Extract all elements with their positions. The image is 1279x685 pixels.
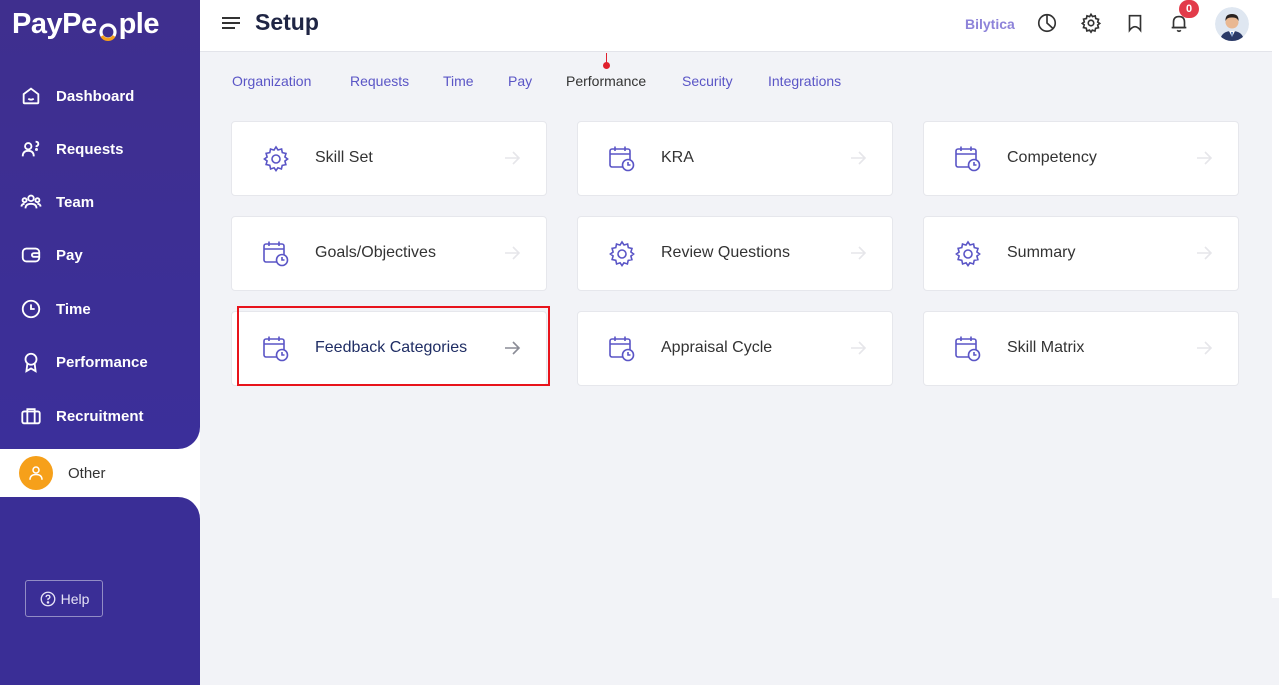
card-kra[interactable]: KRA bbox=[577, 121, 893, 196]
card-competency[interactable]: Competency bbox=[923, 121, 1239, 196]
gear-icon bbox=[263, 145, 289, 173]
menu-icon[interactable] bbox=[222, 16, 240, 30]
arrow-right-icon bbox=[851, 341, 867, 355]
card-skill-matrix[interactable]: Skill Matrix bbox=[923, 311, 1239, 386]
tab-requests[interactable]: Requests bbox=[350, 73, 409, 89]
gear-icon[interactable] bbox=[1080, 12, 1102, 34]
card-appraisal-cycle[interactable]: Appraisal Cycle bbox=[577, 311, 893, 386]
gear-icon bbox=[609, 240, 635, 268]
logo-o-icon bbox=[98, 17, 118, 41]
sidebar-panel-top bbox=[0, 0, 200, 449]
arrow-right-icon bbox=[505, 341, 521, 355]
card-label: Skill Set bbox=[315, 149, 373, 166]
calendar-clock-icon bbox=[955, 146, 981, 172]
avatar[interactable] bbox=[1215, 7, 1249, 41]
sidebar-item-label: Team bbox=[56, 193, 95, 211]
sidebar: PayPe ple Dashboard Requests Team Pay Tim… bbox=[0, 0, 200, 685]
sidebar-item-label: Recruitment bbox=[56, 407, 144, 425]
help-circle-icon bbox=[40, 591, 56, 606]
company-name[interactable]: Bilytica bbox=[965, 16, 1015, 32]
card-skill-set[interactable]: Skill Set bbox=[231, 121, 547, 196]
sidebar-item-recruitment[interactable]: Recruitment bbox=[20, 401, 144, 431]
card-label: KRA bbox=[661, 149, 694, 166]
sidebar-item-team[interactable]: Team bbox=[20, 187, 94, 217]
card-label: Summary bbox=[1007, 244, 1076, 261]
page-title: Setup bbox=[255, 9, 319, 35]
sidebar-item-label: Other bbox=[68, 464, 106, 482]
sidebar-item-time[interactable]: Time bbox=[20, 294, 91, 324]
user-question-icon bbox=[21, 140, 40, 157]
card-label: Goals/Objectives bbox=[315, 244, 436, 261]
paypeople-logo[interactable]: PayPe ple bbox=[12, 8, 159, 41]
active-tab-indicator-dot bbox=[603, 62, 610, 69]
calendar-clock-icon bbox=[609, 336, 635, 362]
card-label: Review Questions bbox=[661, 244, 790, 261]
wallet-icon bbox=[21, 247, 41, 263]
scrollbar[interactable] bbox=[1272, 0, 1279, 598]
pie-chart-icon[interactable] bbox=[1036, 12, 1058, 34]
bookmark-icon[interactable] bbox=[1124, 12, 1146, 34]
briefcase-icon bbox=[21, 408, 41, 425]
calendar-clock-icon bbox=[609, 146, 635, 172]
tab-organization[interactable]: Organization bbox=[232, 73, 311, 89]
sidebar-item-dashboard[interactable]: Dashboard bbox=[20, 81, 134, 111]
sidebar-item-requests[interactable]: Requests bbox=[20, 134, 124, 164]
card-label: Competency bbox=[1007, 149, 1097, 166]
sidebar-item-performance[interactable]: Performance bbox=[20, 347, 148, 377]
arrow-right-icon bbox=[1197, 246, 1213, 260]
help-button[interactable]: Help bbox=[25, 580, 103, 617]
sidebar-item-label: Performance bbox=[56, 353, 148, 371]
arrow-right-icon bbox=[1197, 151, 1213, 165]
tab-time[interactable]: Time bbox=[443, 73, 474, 89]
calendar-clock-icon bbox=[263, 241, 289, 267]
sidebar-item-label: Pay bbox=[56, 246, 83, 264]
card-label: Feedback Categories bbox=[315, 339, 468, 356]
arrow-right-icon bbox=[851, 151, 867, 165]
sidebar-item-label: Time bbox=[56, 300, 91, 318]
home-icon bbox=[22, 87, 40, 105]
gear-icon bbox=[955, 240, 981, 268]
card-label: Skill Matrix bbox=[1007, 339, 1085, 356]
award-icon bbox=[24, 352, 38, 373]
card-label: Appraisal Cycle bbox=[661, 339, 773, 356]
card-goals-objectives[interactable]: Goals/Objectives bbox=[231, 216, 547, 291]
sidebar-item-label: Dashboard bbox=[56, 87, 135, 105]
calendar-clock-icon bbox=[263, 336, 289, 362]
arrow-right-icon bbox=[505, 246, 521, 260]
sidebar-item-label: Requests bbox=[56, 140, 124, 158]
card-review-questions[interactable]: Review Questions bbox=[577, 216, 893, 291]
arrow-right-icon bbox=[1197, 341, 1213, 355]
top-header: Setup Bilytica 0 bbox=[200, 0, 1272, 52]
tab-performance[interactable]: Performance bbox=[566, 73, 646, 89]
tab-security[interactable]: Security bbox=[682, 73, 733, 89]
arrow-right-icon bbox=[505, 151, 521, 165]
sidebar-item-pay[interactable]: Pay bbox=[20, 240, 83, 270]
card-summary[interactable]: Summary bbox=[923, 216, 1239, 291]
notification-badge: 0 bbox=[1179, 0, 1199, 18]
user-icon bbox=[19, 456, 53, 490]
arrow-right-icon bbox=[851, 246, 867, 260]
tab-pay[interactable]: Pay bbox=[508, 73, 532, 89]
help-label: Help bbox=[60, 590, 90, 607]
tab-integrations[interactable]: Integrations bbox=[768, 73, 841, 89]
card-feedback-categories[interactable]: Feedback Categories bbox=[231, 311, 547, 386]
clock-icon bbox=[21, 299, 41, 319]
sidebar-item-other[interactable]: Other bbox=[10, 449, 200, 497]
calendar-clock-icon bbox=[955, 336, 981, 362]
team-icon bbox=[20, 194, 42, 209]
